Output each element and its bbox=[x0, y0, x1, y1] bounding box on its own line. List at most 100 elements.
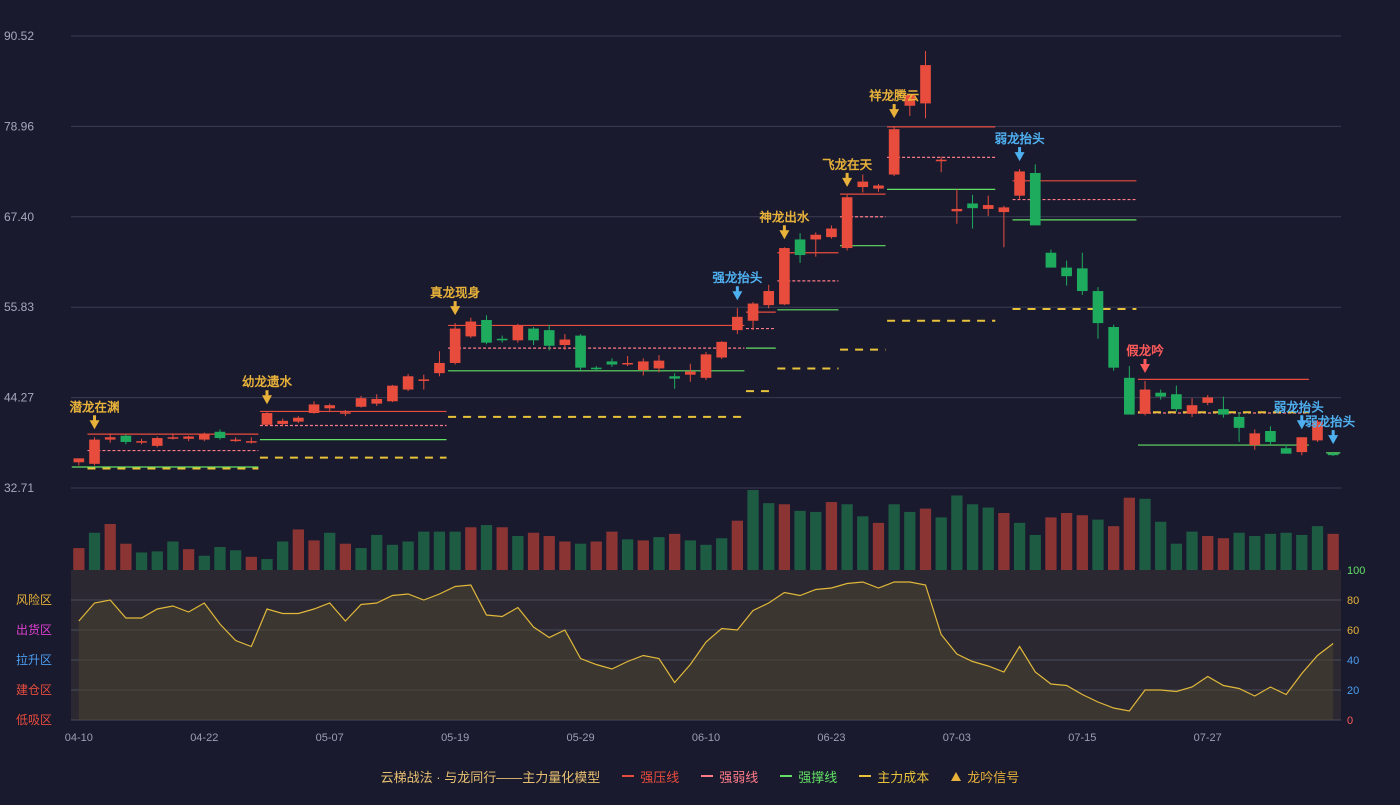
volume-bar bbox=[606, 531, 618, 570]
candle-body bbox=[1061, 267, 1072, 277]
volume-bar bbox=[1280, 532, 1292, 570]
candle-body bbox=[1124, 377, 1135, 415]
candle-body bbox=[1296, 437, 1308, 453]
candle-body bbox=[841, 197, 853, 249]
volume-bar bbox=[668, 533, 681, 570]
volume-bar bbox=[1029, 534, 1041, 570]
candlestick bbox=[716, 341, 728, 360]
volume-bar bbox=[982, 507, 994, 570]
candle-body bbox=[1186, 405, 1198, 414]
candle-body bbox=[465, 321, 477, 337]
volume-bar bbox=[543, 536, 555, 570]
volume-bar bbox=[559, 541, 571, 570]
candlestick bbox=[449, 323, 461, 365]
candlestick bbox=[418, 374, 430, 390]
candlestick bbox=[841, 194, 853, 251]
date-tick-label: 04-22 bbox=[190, 732, 218, 744]
candle-body bbox=[89, 439, 100, 464]
candlestick bbox=[308, 401, 320, 414]
signal-arrow-stem bbox=[1331, 430, 1335, 437]
candlestick bbox=[873, 183, 884, 192]
signal-label: 幼龙遗水 bbox=[242, 374, 293, 389]
volume-bar bbox=[935, 517, 947, 570]
legend-weak-line[interactable]: 强弱线 bbox=[701, 767, 758, 786]
candlestick bbox=[1061, 260, 1072, 286]
volume-bar bbox=[1186, 531, 1198, 570]
candle-body bbox=[371, 398, 383, 404]
candlestick bbox=[402, 373, 414, 392]
legend-cost-line[interactable]: 主力成本 bbox=[859, 767, 929, 786]
signal-label: 真龙现身 bbox=[430, 285, 481, 300]
osc-zone-label: 风险区 bbox=[16, 592, 52, 607]
candle-body bbox=[151, 438, 163, 446]
osc-zone-label: 建仓区 bbox=[16, 683, 52, 697]
date-tick-label: 05-29 bbox=[566, 732, 594, 744]
candle-body bbox=[230, 439, 241, 442]
candlestick bbox=[1045, 249, 1057, 268]
candle-body bbox=[1092, 291, 1104, 324]
candlestick bbox=[1076, 252, 1088, 295]
volume-bar bbox=[951, 495, 963, 570]
volume-bar bbox=[308, 540, 320, 570]
candle-body bbox=[982, 205, 994, 209]
volume-bar bbox=[825, 502, 838, 570]
candle-body bbox=[935, 159, 947, 162]
candle-body bbox=[1155, 392, 1167, 397]
osc-tick-label: 80 bbox=[1347, 595, 1359, 607]
volume-bar bbox=[245, 556, 257, 570]
date-tick-label: 07-03 bbox=[943, 732, 971, 744]
osc-zone-label: 出货区 bbox=[16, 622, 52, 637]
volume-bar bbox=[386, 544, 399, 570]
legend-swatch bbox=[701, 775, 714, 777]
candle-body bbox=[496, 338, 508, 341]
signal-arrow bbox=[261, 395, 272, 405]
candle-body bbox=[559, 339, 571, 345]
candlestick bbox=[261, 412, 273, 427]
candle-body bbox=[214, 431, 226, 439]
volume-bar bbox=[277, 541, 289, 570]
volume-bar bbox=[182, 549, 195, 570]
candlestick bbox=[1139, 380, 1151, 416]
volume-bar bbox=[1155, 521, 1167, 570]
candlestick bbox=[1108, 324, 1119, 371]
volume-bar bbox=[778, 504, 791, 570]
date-tick-label: 05-19 bbox=[441, 732, 469, 744]
candlestick bbox=[496, 335, 508, 343]
osc-tick-label: 0 bbox=[1347, 715, 1353, 727]
legend-signal[interactable]: 龙吟信号 bbox=[951, 767, 1019, 786]
candlestick bbox=[763, 284, 775, 309]
legend-swatch bbox=[859, 775, 872, 777]
legend-pressure-line[interactable]: 强压线 bbox=[622, 767, 679, 786]
volume-bar bbox=[810, 511, 822, 570]
candlestick bbox=[1218, 396, 1229, 418]
osc-tick-label: 40 bbox=[1347, 655, 1359, 667]
volume-bar bbox=[418, 531, 430, 570]
legend-support-line[interactable]: 强撑线 bbox=[780, 767, 837, 786]
signal-arrow bbox=[89, 420, 100, 430]
candlestick bbox=[1249, 429, 1261, 450]
volume-bar bbox=[73, 548, 85, 570]
osc-zone-label: 低吸区 bbox=[16, 713, 52, 727]
candlestick bbox=[622, 355, 633, 367]
signal-label: 神龙出水 bbox=[759, 209, 810, 224]
candlestick bbox=[732, 308, 743, 335]
volume-bar bbox=[653, 537, 665, 570]
price-tick-label: 90.52 bbox=[4, 29, 34, 43]
candlestick bbox=[826, 225, 837, 239]
candle-body bbox=[888, 129, 900, 175]
candle-body bbox=[1218, 409, 1229, 415]
candlestick bbox=[1296, 437, 1308, 456]
signal-arrow-stem bbox=[892, 104, 896, 111]
candlestick bbox=[606, 358, 618, 367]
candlestick bbox=[340, 409, 351, 417]
candlestick bbox=[512, 323, 524, 343]
candle-body bbox=[967, 203, 978, 209]
signal-arrow bbox=[1328, 435, 1339, 445]
candle-body bbox=[747, 303, 759, 321]
candle-body bbox=[826, 228, 837, 238]
volume-bar bbox=[1013, 522, 1026, 570]
candle-body bbox=[543, 330, 555, 346]
signal-label: 弱龙抬头 bbox=[995, 131, 1046, 146]
candlestick bbox=[684, 363, 696, 382]
candle-body bbox=[653, 360, 665, 369]
